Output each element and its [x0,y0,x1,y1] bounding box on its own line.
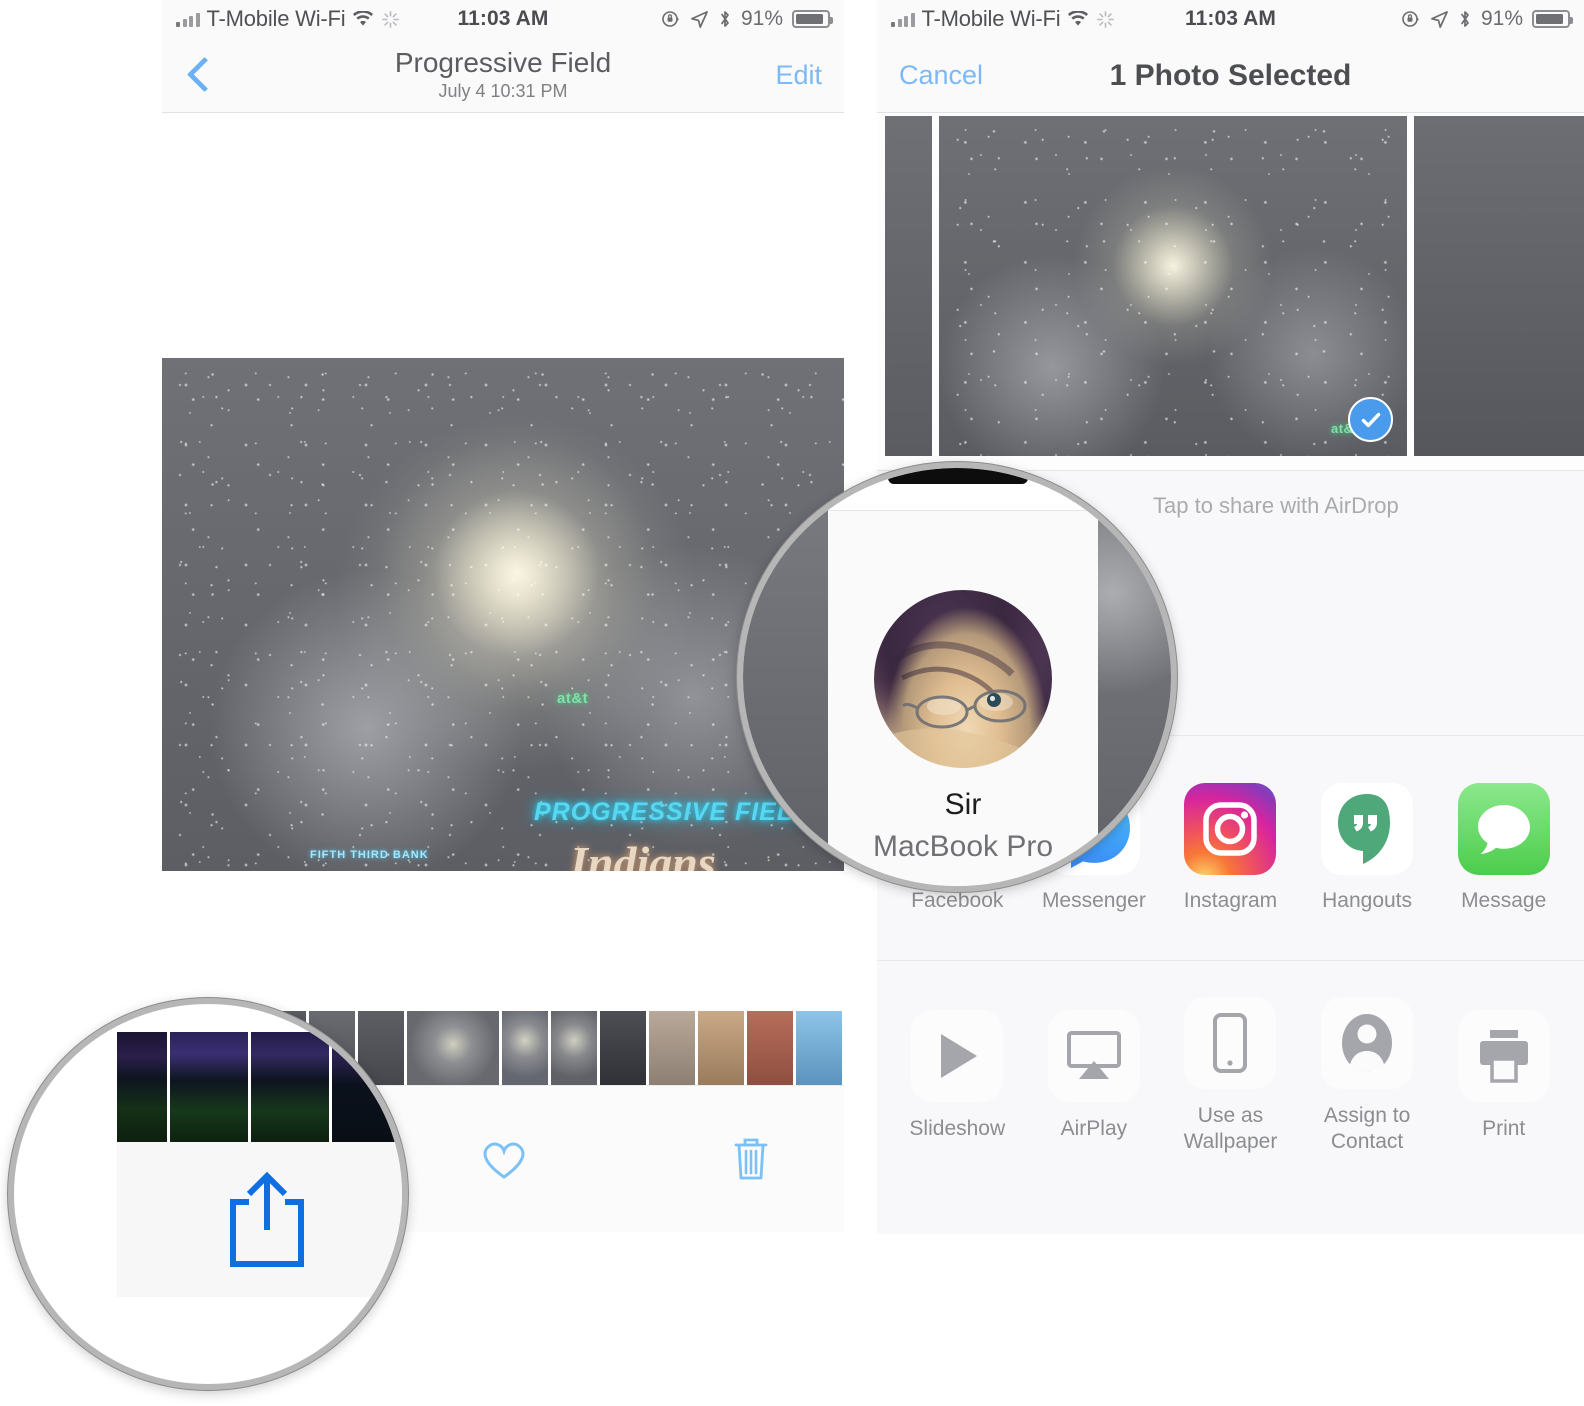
share-button-magnifier-callout [8,998,408,1390]
list-item[interactable] [407,1011,499,1085]
airdrop-magnifier-content: Sir MacBook Pro [743,468,1171,886]
action-label: AirPlay [1060,1117,1128,1141]
airdrop-magnifier-callout: Sir MacBook Pro [737,462,1177,892]
list-item[interactable] [502,1011,548,1085]
airdrop-contact-card[interactable]: Sir MacBook Pro [828,468,1098,886]
checkmark-circle-icon[interactable] [1348,397,1393,442]
magnifier-bg-left [743,468,828,886]
back-button[interactable] [184,58,218,92]
hangouts-icon [1321,783,1414,875]
table-row[interactable]: at&t PROGRESSIVE FIELD Indians [939,116,1407,456]
location-arrow-icon [691,10,708,28]
share-target-instagram[interactable]: Instagram [1171,783,1289,913]
action-label: Assign to Contact [1323,1104,1411,1153]
play-triangle-icon [911,1010,1004,1103]
list-item [332,1032,402,1142]
trash-icon[interactable] [728,1134,774,1184]
indians-sign: Indians [570,837,716,871]
action-airplay[interactable]: AirPlay [1032,1010,1156,1142]
viewer-nav-bar: Progressive Field July 4 10:31 PM Edit [162,38,844,113]
battery-percent-label: 91% [1480,7,1523,30]
selection-title-group: 1 Photo Selected [877,59,1584,92]
action-label: Use as Wallpaper [1183,1104,1278,1153]
action-row: Slideshow AirPlay Use as Wallpaper Assig… [877,961,1584,1191]
list-item [170,1032,248,1142]
list-item[interactable] [600,1011,646,1085]
app-label: Hangouts [1322,889,1413,912]
list-item [251,1032,329,1142]
fifth-third-bank-sign: FIFTH THIRD BANK [310,849,429,861]
list-item[interactable] [796,1011,842,1085]
att-sign: at&t [557,690,589,707]
bluetooth-icon [1461,11,1469,27]
fireworks-sparkle-layer [939,116,1407,456]
share-target-message[interactable]: Message [1445,783,1563,913]
airdrop-device-name: MacBook Pro [872,830,1054,863]
app-label: Messenger [1041,889,1146,912]
selected-photo-grid: at&t PROGRESSIVE FIELD Indians [877,116,1584,466]
action-label: Slideshow [909,1117,1006,1141]
screenshot-root: T-Mobile Wi-Fi 11:03 AM 91% Progressive … [0,0,1584,1406]
list-item[interactable] [885,116,932,456]
list-item [117,1032,167,1142]
list-item[interactable] [649,1011,695,1085]
list-item[interactable] [1414,116,1584,456]
printer-icon [1457,1010,1550,1103]
selection-nav-bar: Cancel 1 Photo Selected [877,38,1584,113]
app-label: Facebook [911,889,1004,912]
magnified-share-button-area [117,1142,402,1297]
avatar-photo [874,641,1052,768]
app-label: Message [1461,889,1547,912]
magnified-filmstrip [117,1032,402,1142]
app-label: Instagram [1183,889,1278,912]
list-item[interactable] [551,1011,597,1085]
status-bar-right: T-Mobile Wi-Fi 11:03 AM 91% [877,0,1584,38]
instagram-icon [1184,783,1277,875]
status-notch [888,468,1028,484]
hero-photo[interactable]: at&t PROGRESSIVE FIELD Indians FIFTH THI… [162,358,844,871]
status-bar-left: T-Mobile Wi-Fi 11:03 AM 91% [162,0,844,38]
rotation-lock-icon [1402,11,1419,27]
action-label: Print [1482,1117,1526,1141]
heart-icon[interactable] [478,1135,530,1183]
rotation-lock-icon [662,11,679,27]
action-slideshow[interactable]: Slideshow [895,1010,1019,1142]
share-upload-icon[interactable] [221,1168,313,1272]
phone-wallpaper-icon [1184,997,1277,1090]
avatar [874,590,1052,768]
viewer-title-group: Progressive Field July 4 10:31 PM [162,46,844,103]
airdrop-hint-label: Tap to share with AirDrop [1153,493,1399,518]
airplay-icon [1047,1010,1140,1103]
page-subtitle: July 4 10:31 PM [438,81,568,102]
list-item[interactable] [747,1011,793,1085]
action-print[interactable]: Print [1442,1010,1566,1142]
fireworks-sparkle-layer [162,358,844,871]
battery-percent-label: 91% [740,7,783,30]
airdrop-contact-name: Sir [944,788,982,821]
status-bar-right-group: 91% [661,7,833,31]
share-target-hangouts[interactable]: Hangouts [1308,783,1426,913]
contact-person-icon [1321,997,1414,1090]
page-title: 1 Photo Selected [1109,58,1352,92]
status-bar-right-group: 91% [1401,7,1573,31]
battery-icon [792,10,833,28]
message-bubble-icon [1457,783,1550,875]
location-arrow-icon [1431,10,1448,28]
action-use-as-wallpaper[interactable]: Use as Wallpaper [1168,997,1292,1154]
bluetooth-icon [721,11,729,27]
action-assign-to-contact[interactable]: Assign to Contact [1305,997,1429,1154]
list-item[interactable] [698,1011,744,1085]
cancel-button[interactable]: Cancel [899,60,983,91]
page-title: Progressive Field [394,46,612,78]
battery-icon [1532,10,1573,28]
share-magnifier-content [14,1004,402,1384]
edit-button[interactable]: Edit [775,60,822,91]
magnifier-bg-right [1098,468,1171,886]
